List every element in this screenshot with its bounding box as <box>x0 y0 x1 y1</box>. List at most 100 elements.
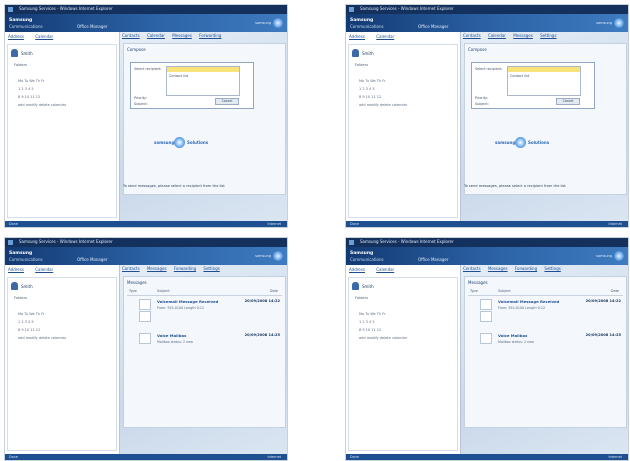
user-panel: Smith Folders Mo Tu We Th Fr 1 2 3 4 5 8… <box>348 44 458 218</box>
brand-name: Samsung <box>350 251 374 256</box>
message-title[interactable]: Voice Mailbox <box>498 333 528 338</box>
calendar-actions[interactable]: add modify delete calendar <box>359 336 447 341</box>
table-header: Type Subject Date <box>468 289 623 296</box>
calendar-actions[interactable]: add modify delete calendar <box>18 336 106 341</box>
tab-address[interactable]: Address <box>349 34 365 39</box>
logo-text: samsung <box>596 254 612 258</box>
tab-calendar[interactable]: Calendar <box>35 34 53 39</box>
title-bar: Samsung Services - Windows Internet Expl… <box>346 238 628 247</box>
table-row[interactable]: Voice Mailbox Mailbox status: 2 new 20/0… <box>127 331 282 357</box>
message-date: 20/09/2008 14:22 <box>585 299 621 303</box>
panel-title: Messages <box>468 280 488 285</box>
table-row[interactable]: Voice Mailbox Mailbox status: 2 new 20/0… <box>468 331 623 357</box>
list-item[interactable]: Contact list <box>510 74 529 78</box>
list-item[interactable]: Contact list <box>169 74 188 78</box>
tab-calendar[interactable]: Calendar <box>376 267 394 272</box>
right-tabs: Contacts Messages Forwarding Settings <box>463 266 567 271</box>
user-avatar-icon <box>352 49 359 57</box>
tab-calendar-right[interactable]: Calendar <box>147 33 165 38</box>
calendar-actions[interactable]: add modify delete calendar <box>18 103 106 108</box>
title-bar: Samsung Services - Windows Internet Expl… <box>5 5 287 14</box>
tab-contacts[interactable]: Contacts <box>122 266 140 271</box>
center-logo-right: Solutions <box>528 140 550 145</box>
message-title[interactable]: Voice Mailbox <box>157 333 187 338</box>
tab-forwarding[interactable]: Forwarding <box>515 266 537 271</box>
tab-messages[interactable]: Messages <box>513 33 533 38</box>
table-row[interactable]: Voicemail Message Received From: 555-010… <box>468 297 623 323</box>
calendar-row: 8 9 10 11 12 <box>359 328 382 332</box>
selected-item[interactable] <box>167 67 239 72</box>
tab-messages[interactable]: Messages <box>147 266 167 271</box>
brand-subtitle: Communications <box>350 24 384 29</box>
folders-label[interactable]: Folders <box>355 63 368 67</box>
tab-calendar-right[interactable]: Calendar <box>488 33 506 38</box>
mailbox-icon <box>139 333 151 344</box>
cancel-button[interactable]: Cancel <box>215 98 239 105</box>
tab-messages[interactable]: Messages <box>172 33 192 38</box>
brand-name: Samsung <box>350 18 374 23</box>
recipient-label: Select recipient: <box>134 67 162 71</box>
left-column: Address Calendar Smith Folders Mo Tu We … <box>346 265 461 454</box>
folders-label[interactable]: Folders <box>14 296 27 300</box>
table-header: Type Subject Date <box>127 289 282 296</box>
tab-address[interactable]: Address <box>8 267 24 272</box>
content-panel: Messages Type Subject Date Voicemail Mes… <box>464 276 627 428</box>
col-date: Date <box>269 289 278 293</box>
selected-item[interactable] <box>508 67 580 72</box>
product-name: Office Manager <box>418 24 449 29</box>
panel-title: Compose <box>468 47 487 52</box>
message-title[interactable]: Voicemail Message Received <box>498 299 559 304</box>
tab-messages[interactable]: Messages <box>488 266 508 271</box>
window-title: Samsung Services - Windows Internet Expl… <box>360 239 454 244</box>
recipient-list[interactable]: Contact list <box>166 66 240 96</box>
logo-text: samsung <box>596 21 612 25</box>
right-column: Contacts Calendar Messages Forwarding Co… <box>120 32 287 221</box>
app-icon <box>349 7 354 12</box>
tab-address[interactable]: Address <box>349 267 365 272</box>
calendar-actions[interactable]: add modify delete calendar <box>359 103 447 108</box>
status-message: To send messages, please select a recipi… <box>123 184 225 188</box>
subject-label: Subject: <box>134 102 148 106</box>
status-bar: Done Internet <box>5 454 287 460</box>
tab-settings[interactable]: Settings <box>203 266 219 271</box>
folders-label[interactable]: Folders <box>355 296 368 300</box>
app-icon <box>349 240 354 245</box>
tab-forwarding[interactable]: Forwarding <box>174 266 196 271</box>
status-right: Internet <box>608 455 622 459</box>
logo-text: samsung <box>255 21 271 25</box>
content-panel: Messages Type Subject Date Voicemail Mes… <box>123 276 286 428</box>
left-tabs: Address Calendar <box>349 267 404 274</box>
tab-address[interactable]: Address <box>8 34 24 39</box>
col-type: Type <box>129 289 137 293</box>
tab-contacts[interactable]: Contacts <box>122 33 140 38</box>
message-date: 20/09/2008 14:25 <box>585 333 621 337</box>
priority-label: Priority: <box>475 96 488 100</box>
title-bar: Samsung Services - Windows Internet Expl… <box>5 238 287 247</box>
tab-calendar[interactable]: Calendar <box>376 34 394 39</box>
message-title[interactable]: Voicemail Message Received <box>157 299 218 304</box>
folders-label[interactable]: Folders <box>14 63 27 67</box>
cancel-button[interactable]: Cancel <box>556 98 580 105</box>
message-date: 20/09/2008 14:22 <box>244 299 280 303</box>
tab-settings[interactable]: Settings <box>540 33 556 38</box>
tab-contacts[interactable]: Contacts <box>463 266 481 271</box>
user-avatar-icon <box>352 282 359 290</box>
brand-name: Samsung <box>9 251 33 256</box>
calendar-row: 8 9 10 11 12 <box>359 95 382 99</box>
header-banner: Samsung Communications Office Manager sa… <box>346 247 628 265</box>
status-left: Done <box>350 222 359 226</box>
tab-forwarding[interactable]: Forwarding <box>199 33 221 38</box>
table-row[interactable]: Voicemail Message Received From: 555-010… <box>127 297 282 323</box>
user-name: Smith <box>362 284 374 289</box>
tab-calendar[interactable]: Calendar <box>35 267 53 272</box>
tab-contacts[interactable]: Contacts <box>463 33 481 38</box>
tab-settings[interactable]: Settings <box>544 266 560 271</box>
col-date: Date <box>610 289 619 293</box>
right-column: Contacts Calendar Messages Settings Comp… <box>461 32 628 221</box>
recipient-list[interactable]: Contact list <box>507 66 581 96</box>
globe-icon <box>174 137 185 148</box>
status-right: Internet <box>267 455 281 459</box>
message-detail: Mailbox status: 2 new <box>498 340 534 344</box>
mailbox-icon <box>480 333 492 344</box>
globe-logo-icon <box>614 251 624 261</box>
